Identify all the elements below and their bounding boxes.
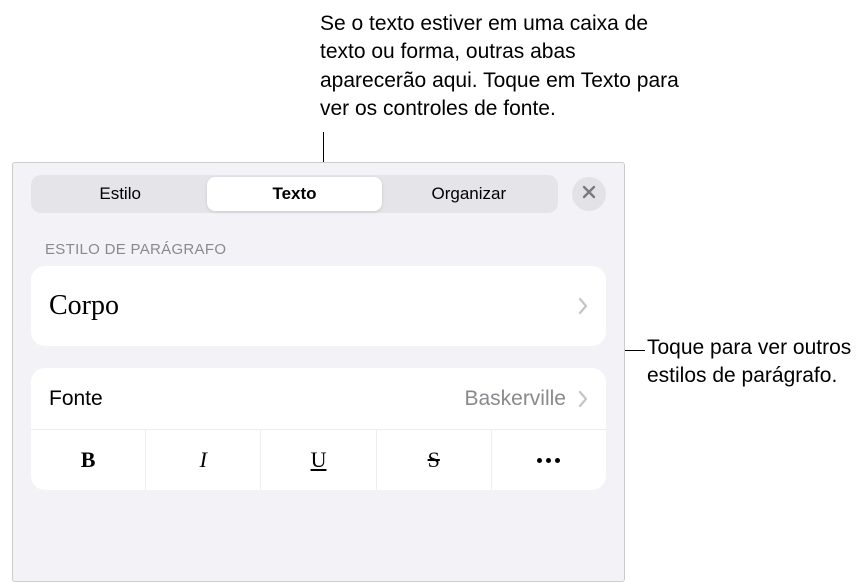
format-panel: Estilo Texto Organizar ESTILO DE PARÁGRA… <box>12 162 625 582</box>
strikethrough-button[interactable]: S <box>376 430 491 490</box>
segmented-control: Estilo Texto Organizar <box>31 175 558 213</box>
close-button[interactable] <box>572 177 606 211</box>
tab-text[interactable]: Texto <box>207 177 381 211</box>
font-value: Baskerville <box>464 387 566 411</box>
bold-button[interactable]: B <box>31 430 145 490</box>
underline-button[interactable]: U <box>260 430 375 490</box>
more-options-button[interactable] <box>491 430 606 490</box>
annotation-tabs: Se o texto estiver em uma caixa de texto… <box>320 10 680 123</box>
panel-header: Estilo Texto Organizar <box>13 163 624 223</box>
chevron-right-icon <box>578 297 588 315</box>
close-icon <box>582 185 596 204</box>
tab-style[interactable]: Estilo <box>33 177 207 211</box>
italic-button[interactable]: I <box>145 430 260 490</box>
paragraph-style-name: Corpo <box>49 290 119 322</box>
font-card: Fonte Baskerville B I U S <box>31 368 606 490</box>
font-row[interactable]: Fonte Baskerville <box>31 368 606 430</box>
section-label-paragraph-style: ESTILO DE PARÁGRAFO <box>13 223 624 266</box>
font-label: Fonte <box>49 387 103 411</box>
chevron-right-icon <box>578 390 588 408</box>
format-buttons-row: B I U S <box>31 430 606 490</box>
paragraph-style-row[interactable]: Corpo <box>31 266 606 346</box>
paragraph-style-card: Corpo <box>31 266 606 346</box>
ellipsis-icon <box>537 458 560 463</box>
tab-arrange[interactable]: Organizar <box>382 177 556 211</box>
annotation-paragraph-styles: Toque para ver outros estilos de parágra… <box>647 334 857 391</box>
